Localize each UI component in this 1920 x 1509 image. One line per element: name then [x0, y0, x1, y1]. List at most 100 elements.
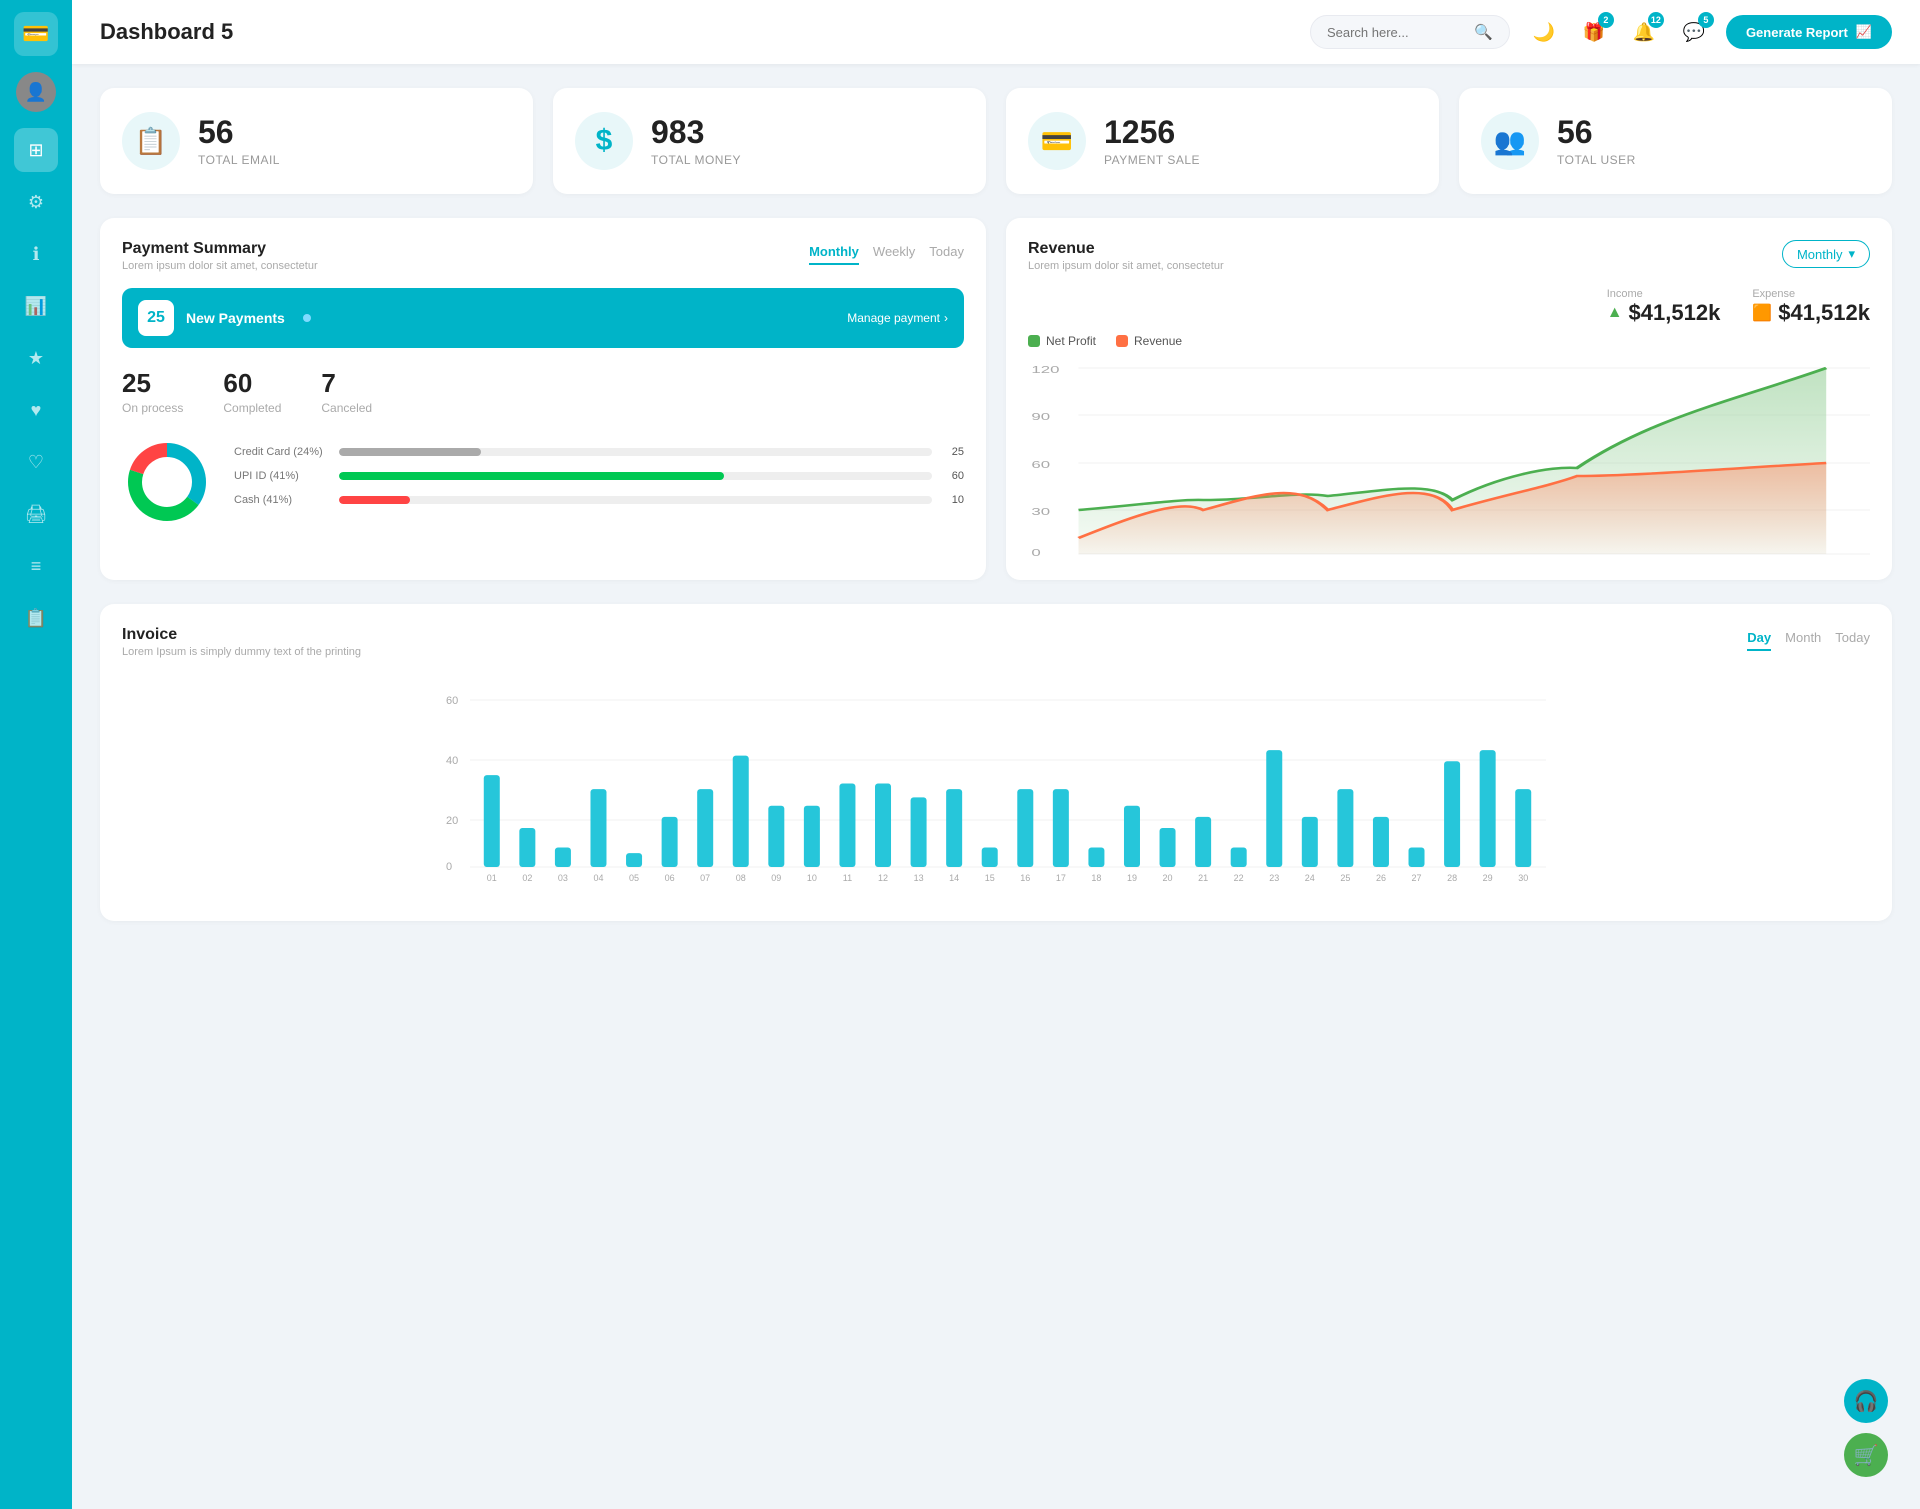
sidebar-item-info[interactable]: ℹ: [14, 232, 58, 276]
sidebar-item-heart-outline[interactable]: ♡: [14, 440, 58, 484]
sidebar-logo[interactable]: 💳: [14, 12, 58, 56]
user-avatar[interactable]: 👤: [16, 72, 56, 112]
support-fab[interactable]: 🎧: [1844, 1379, 1888, 1423]
user-number: 56: [1557, 115, 1870, 150]
invoice-panel-header: Invoice Lorem Ipsum is simply dummy text…: [122, 626, 1870, 658]
invoice-tab-month[interactable]: Month: [1785, 626, 1821, 651]
svg-text:120: 120: [1031, 364, 1059, 376]
dashboard-icon: ⊞: [28, 140, 43, 161]
chat-badge: 5: [1698, 12, 1714, 28]
invoice-bar: [982, 848, 998, 867]
revenue-dot: [1116, 335, 1128, 347]
svg-text:20: 20: [446, 815, 458, 827]
completed-label: Completed: [223, 401, 281, 415]
menu-icon: ≡: [31, 556, 42, 577]
invoice-bar-label: 02: [522, 873, 532, 883]
chevron-down-icon: ▾: [1848, 246, 1855, 262]
panels-row: Payment Summary Lorem ipsum dolor sit am…: [100, 218, 1892, 580]
pbar-cash-track: [339, 496, 932, 504]
payment-chart-row: Credit Card (24%) 25 UPI ID (41%) 60: [122, 437, 964, 527]
bell-button[interactable]: 🔔 12: [1626, 14, 1662, 50]
header-icons: 🌙 🎁 2 🔔 12 💬 5 Generate Report 📈: [1526, 14, 1892, 50]
sidebar: 💳 👤 ⊞ ⚙ ℹ 📊 ★ ♥ ♡ 🖨 ≡ 📋: [0, 0, 72, 1509]
revenue-panel: Revenue Lorem ipsum dolor sit amet, cons…: [1006, 218, 1892, 580]
stat-card-payment: 💳 1256 PAYMENT SALE: [1006, 88, 1439, 194]
invoice-bar: [1444, 761, 1460, 867]
payment-stats-row: 25 On process 60 Completed 7 Canceled: [122, 368, 964, 415]
new-payments-label: New Payments: [186, 310, 285, 326]
invoice-bar: [911, 797, 927, 867]
tab-today[interactable]: Today: [929, 240, 964, 265]
on-process-number: 25: [122, 368, 183, 399]
page-title: Dashboard 5: [100, 19, 1294, 45]
invoice-bar-label: 09: [771, 873, 781, 883]
invoice-bar-label: 21: [1198, 873, 1208, 883]
sidebar-item-star[interactable]: ★: [14, 336, 58, 380]
donut-chart: [122, 437, 212, 527]
invoice-bar-label: 27: [1412, 873, 1422, 883]
sidebar-item-print[interactable]: 🖨: [14, 492, 58, 536]
revenue-meta-row: Income ▲ $41,512k Expense 🟧 $41,512k: [1028, 288, 1870, 326]
invoice-bar-label: 10: [807, 873, 817, 883]
analytics-icon: 📊: [25, 296, 47, 317]
invoice-bar: [662, 817, 678, 867]
invoice-bar-label: 15: [985, 873, 995, 883]
dark-mode-toggle[interactable]: 🌙: [1526, 14, 1562, 50]
invoice-tab-day[interactable]: Day: [1747, 626, 1771, 651]
manage-payment-link[interactable]: Manage payment ›: [847, 311, 948, 325]
pbar-creditcard-val: 25: [942, 446, 964, 458]
chat-button[interactable]: 💬 5: [1676, 14, 1712, 50]
generate-report-button[interactable]: Generate Report 📈: [1726, 15, 1892, 49]
invoice-tab-today[interactable]: Today: [1835, 626, 1870, 651]
money-stat-info: 983 TOTAL MONEY: [651, 115, 964, 166]
revenue-monthly-dropdown[interactable]: Monthly ▾: [1782, 240, 1870, 268]
payment-summary-title: Payment Summary: [122, 240, 318, 258]
sidebar-item-list[interactable]: 📋: [14, 596, 58, 640]
completed-number: 60: [223, 368, 281, 399]
search-box[interactable]: 🔍: [1310, 15, 1510, 49]
stat-card-money: $ 983 TOTAL MONEY: [553, 88, 986, 194]
expense-meta: Expense 🟧 $41,512k: [1752, 288, 1870, 326]
invoice-bar-label: 14: [949, 873, 959, 883]
search-input[interactable]: [1327, 25, 1466, 40]
invoice-bar: [839, 784, 855, 868]
invoice-bar-label: 28: [1447, 873, 1457, 883]
sidebar-item-settings[interactable]: ⚙: [14, 180, 58, 224]
settings-icon: ⚙: [28, 192, 44, 213]
email-number: 56: [198, 115, 511, 150]
invoice-bar: [1337, 789, 1353, 867]
sidebar-item-analytics[interactable]: 📊: [14, 284, 58, 328]
fab-buttons: 🎧 🛒: [1844, 1379, 1888, 1477]
cart-fab[interactable]: 🛒: [1844, 1433, 1888, 1477]
new-payments-bar: 25 New Payments Manage payment ›: [122, 288, 964, 348]
invoice-bar: [484, 775, 500, 867]
net-profit-dot: [1028, 335, 1040, 347]
payment-icon: 💳: [1028, 112, 1086, 170]
pbar-upi-track: [339, 472, 932, 480]
canceled-stat: 7 Canceled: [321, 368, 372, 415]
manage-link-text: Manage payment: [847, 311, 940, 325]
new-payments-left: 25 New Payments: [138, 300, 311, 336]
invoice-bar-label: 08: [736, 873, 746, 883]
invoice-bar: [1195, 817, 1211, 867]
tab-monthly[interactable]: Monthly: [809, 240, 859, 265]
tab-weekly[interactable]: Weekly: [873, 240, 915, 265]
invoice-bar: [1373, 817, 1389, 867]
arrow-right-icon: ›: [944, 311, 948, 325]
invoice-bar-label: 03: [558, 873, 568, 883]
sidebar-item-heart-filled[interactable]: ♥: [14, 388, 58, 432]
invoice-bar-label: 30: [1518, 873, 1528, 883]
user-icon: 👥: [1481, 112, 1539, 170]
invoice-bar: [1160, 828, 1176, 867]
monthly-dropdown-label: Monthly: [1797, 247, 1843, 262]
sidebar-item-menu[interactable]: ≡: [14, 544, 58, 588]
invoice-bar: [519, 828, 535, 867]
gift-button[interactable]: 🎁 2: [1576, 14, 1612, 50]
svg-text:60: 60: [1031, 459, 1050, 471]
svg-text:60: 60: [446, 695, 458, 707]
expense-value: 🟧 $41,512k: [1752, 300, 1870, 326]
email-icon: 📋: [122, 112, 180, 170]
revenue-title: Revenue: [1028, 240, 1224, 258]
invoice-bar-label: 24: [1305, 873, 1315, 883]
sidebar-item-dashboard[interactable]: ⊞: [14, 128, 58, 172]
